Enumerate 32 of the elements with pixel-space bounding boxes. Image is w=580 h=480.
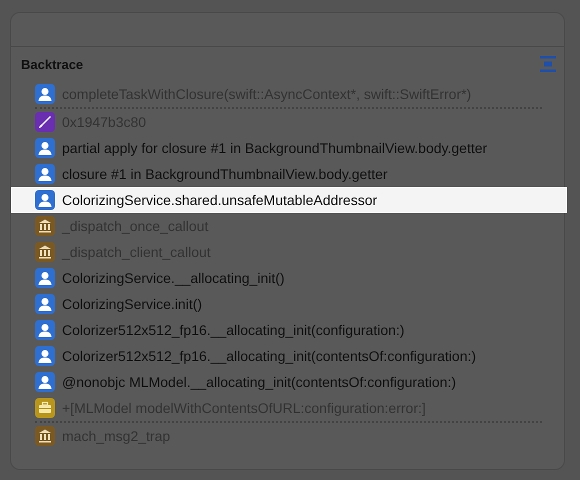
building-icon (35, 216, 55, 236)
frame-label: ColorizingService.init() (62, 296, 202, 312)
person-icon (35, 164, 55, 184)
person-icon (35, 346, 55, 366)
brush-icon (35, 112, 55, 132)
frame-row[interactable]: @nonobjc MLModel.__allocating_init(contentsOf:configuration:) (11, 369, 564, 395)
toolbox-icon (35, 398, 55, 418)
frame-row[interactable]: closure #1 in BackgroundThumbnailView.body.getter (11, 161, 564, 187)
panel-title: Backtrace (21, 56, 84, 72)
frame-label: Colorizer512x512_fp16.__allocating_init(contentsOf:configuration:) (62, 348, 476, 364)
frame-label: closure #1 in BackgroundThumbnailView.body.getter (62, 166, 388, 182)
frame-label: @nonobjc MLModel.__allocating_init(contentsOf:configuration:) (62, 374, 456, 390)
person-icon (35, 84, 55, 104)
frame-row[interactable]: partial apply for closure #1 in BackgroundThumbnailView.body.getter (11, 135, 564, 161)
frame-row[interactable]: ColorizingService.shared.unsafeMutableAddressor (11, 187, 567, 213)
person-icon (35, 190, 55, 210)
building-icon (35, 242, 55, 262)
frame-row[interactable]: Colorizer512x512_fp16.__allocating_init(configuration:) (11, 317, 564, 343)
frame-label: Colorizer512x512_fp16.__allocating_init(configuration:) (62, 322, 404, 338)
person-icon (35, 268, 55, 288)
person-icon (35, 294, 55, 314)
frame-label: ColorizingService.shared.unsafeMutableAddressor (62, 192, 378, 208)
frame-row[interactable]: ColorizingService.__allocating_init() (11, 265, 564, 291)
collapse-icon[interactable] (539, 56, 557, 72)
person-icon (35, 372, 55, 392)
person-icon (35, 138, 55, 158)
frame-label: ColorizingService.__allocating_init() (62, 270, 285, 286)
frame-row[interactable]: ColorizingService.init() (11, 291, 564, 317)
frame-row[interactable]: Colorizer512x512_fp16.__allocating_init(contentsOf:configuration:) (11, 343, 564, 369)
building-icon (35, 426, 55, 446)
person-icon (35, 320, 55, 340)
frame-label: partial apply for closure #1 in BackgroundThumbnailView.body.getter (62, 140, 488, 156)
